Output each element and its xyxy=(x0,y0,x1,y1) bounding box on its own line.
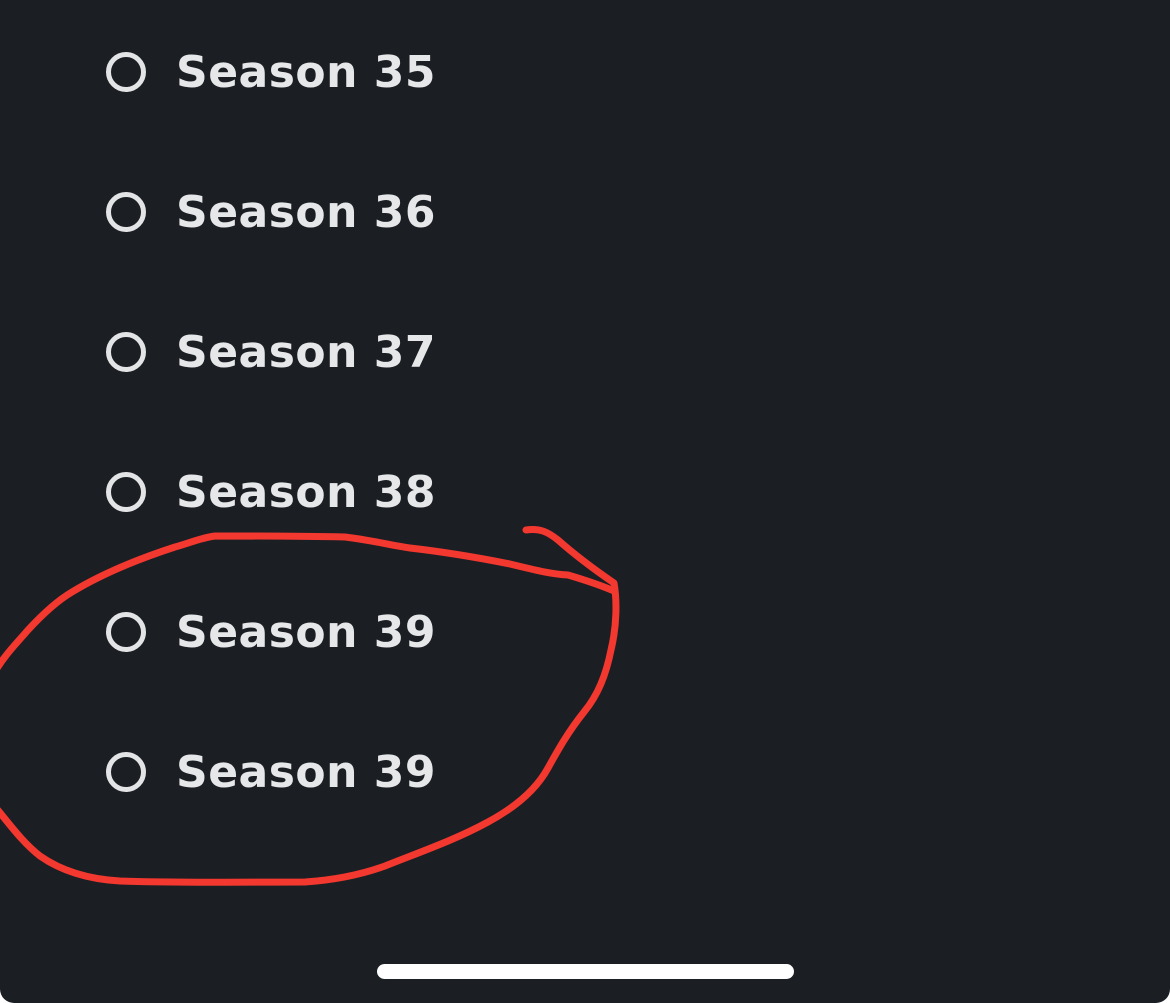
season-option-35[interactable]: Season 35 xyxy=(106,42,436,102)
season-option-39-duplicate[interactable]: Season 39 xyxy=(106,742,436,802)
radio-unselected-icon[interactable] xyxy=(106,612,146,652)
radio-unselected-icon[interactable] xyxy=(106,472,146,512)
season-picker-screen: Season 35 Season 36 Season 37 Season 38 … xyxy=(0,0,1170,1003)
season-label: Season 38 xyxy=(176,466,437,518)
radio-unselected-icon[interactable] xyxy=(106,752,146,792)
season-option-38[interactable]: Season 38 xyxy=(106,462,436,522)
season-option-39[interactable]: Season 39 xyxy=(106,602,436,662)
season-label: Season 35 xyxy=(176,46,437,98)
season-option-37[interactable]: Season 37 xyxy=(106,322,436,382)
radio-unselected-icon[interactable] xyxy=(106,332,146,372)
season-label: Season 39 xyxy=(176,606,437,658)
home-indicator[interactable] xyxy=(377,964,794,979)
radio-unselected-icon[interactable] xyxy=(106,52,146,92)
annotation-stroke xyxy=(0,526,620,886)
season-label: Season 36 xyxy=(176,186,437,238)
season-option-36[interactable]: Season 36 xyxy=(106,182,436,242)
season-label: Season 39 xyxy=(176,746,437,798)
radio-unselected-icon[interactable] xyxy=(106,192,146,232)
season-label: Season 37 xyxy=(176,326,437,378)
